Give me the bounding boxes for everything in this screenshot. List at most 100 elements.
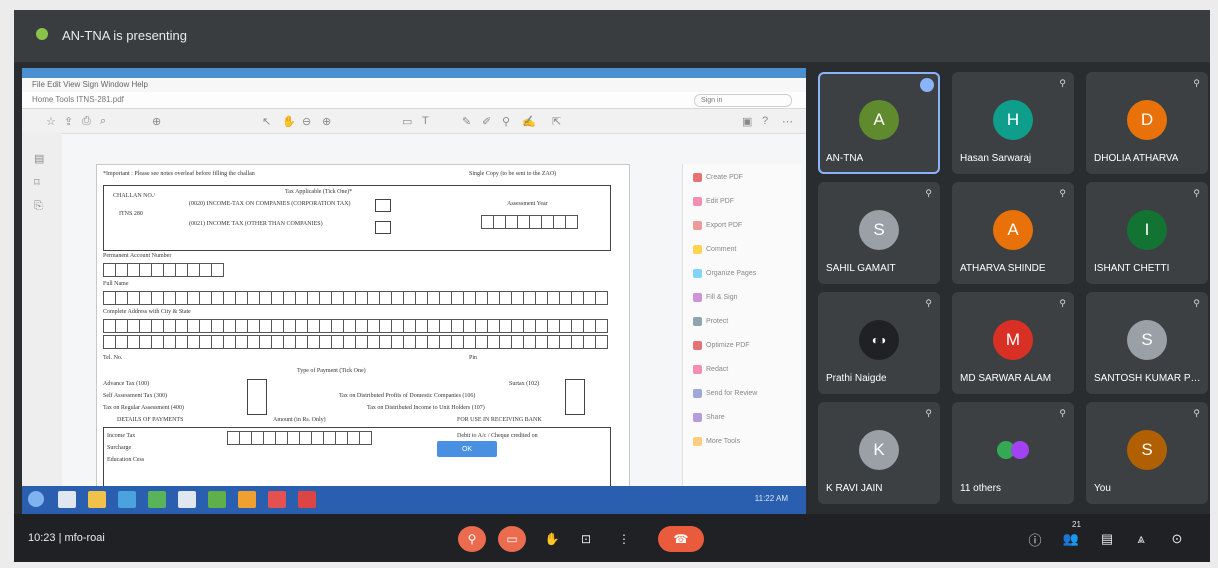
participant-name: DHOLIA ATHARVA: [1094, 153, 1179, 164]
optimize-icon: [693, 340, 702, 350]
start-button-icon: [28, 491, 44, 507]
participant-name: ISHANT CHETTI: [1094, 263, 1170, 274]
window-titlebar: [22, 68, 806, 78]
challan-no-label: CHALLAN NO./: [113, 193, 155, 199]
present-button[interactable]: ⊡: [574, 526, 598, 552]
assessment-year-cells: [481, 215, 578, 229]
others-count: 11 others: [960, 483, 1001, 494]
chat-button[interactable]: ▤: [1098, 530, 1116, 548]
fill-sign-icon: [693, 292, 702, 302]
option-0020: (0020) INCOME-TAX ON COMPANIES (CORPORAT…: [189, 201, 351, 207]
mic-off-icon: ⚲: [467, 532, 477, 546]
present-icon: ⊡: [580, 532, 592, 546]
tool-protect: Protect: [693, 314, 728, 328]
participant-name: SANTOSH KUMAR PR...: [1094, 373, 1204, 384]
people-count-badge: 21: [1072, 520, 1081, 529]
meeting-controls-bar: 10:23 | mfo-roai ⚲ ▭ ✋ ⊡ ⋮ ☎ ⓘ 👥 21 ▤ ⩓ …: [14, 514, 1210, 562]
tool-create-pdf: Create PDF: [693, 170, 743, 184]
avatar: ◐◑: [859, 320, 899, 360]
menu-bar: File Edit View Sign Window Help: [22, 78, 806, 92]
activities-button[interactable]: ⩓: [1132, 530, 1150, 548]
debit-row: Debit to A/c / Cheque credited on: [457, 433, 538, 439]
mic-off-icon: ⚲: [1193, 78, 1200, 88]
tool-redact: Redact: [693, 362, 728, 376]
pdf-page: *Important : Please see notes overleaf b…: [96, 164, 630, 488]
checkbox-0021: [375, 221, 391, 234]
full-name-cells: [103, 291, 608, 305]
camera-toggle-button[interactable]: ▭: [498, 526, 526, 552]
payment-type-box-left: [247, 379, 267, 415]
hand-icon: ✋: [282, 116, 296, 128]
participant-tile[interactable]: ⚲ D DHOLIA ATHARVA: [1086, 72, 1208, 174]
share-tool-icon: [693, 412, 702, 422]
windows-taskbar: 11:22 AM: [22, 486, 806, 514]
tool-more: More Tools: [693, 434, 740, 448]
others-avatars: [993, 430, 1033, 470]
address-label: Complete Address with City & State: [103, 309, 191, 315]
zoom-out-icon: ⊖: [302, 116, 312, 128]
avatar: D: [1127, 100, 1167, 140]
people-icon: 👥: [1062, 531, 1080, 546]
bookmark-icon: ⌑: [34, 177, 40, 189]
tool-send-review: Send for Review: [693, 386, 757, 400]
avatar: [1011, 441, 1029, 459]
print-icon: ⎙: [82, 115, 91, 127]
address-cells-2: [103, 335, 608, 349]
participant-tile[interactable]: ⚲ A ATHARVA SHINDE: [952, 182, 1074, 284]
advance-tax-label: Advance Tax (100): [103, 381, 150, 387]
protect-icon: [693, 316, 702, 326]
full-name-label: Full Name: [103, 281, 129, 287]
organize-pages-icon: [693, 268, 702, 278]
participant-name: AN-TNA: [826, 153, 864, 164]
hand-icon: ✋: [544, 532, 560, 546]
regular-assessment-label: Tax on Regular Assessment (400): [103, 405, 184, 411]
participant-tile[interactable]: ⚲ I ISHANT CHETTI: [1086, 182, 1208, 284]
participant-tile[interactable]: ⚲ M MD SARWAR ALAM: [952, 292, 1074, 394]
tax-applicable-label: Tax Applicable (Tick One)*: [285, 189, 353, 195]
create-pdf-icon: [693, 172, 702, 182]
activities-icon: ⩓: [1137, 531, 1145, 546]
info-icon: ⓘ: [1028, 532, 1042, 548]
star-icon: ☆: [46, 116, 56, 128]
itns-label: ITNS 280: [119, 211, 143, 217]
text-icon: T: [422, 115, 429, 127]
leave-call-button[interactable]: ☎: [658, 526, 704, 552]
more-options-button[interactable]: ⋮: [612, 526, 636, 552]
send-review-icon: [693, 388, 702, 398]
pan-label: Permanent Account Number: [103, 253, 172, 259]
host-controls-button[interactable]: ⊙: [1168, 530, 1186, 548]
folder-icon: [88, 491, 106, 508]
pin-label: Pin: [469, 355, 478, 361]
participant-tile[interactable]: A AN-TNA: [818, 72, 940, 174]
avatar: M: [993, 320, 1033, 360]
mic-toggle-button[interactable]: ⚲: [458, 526, 486, 552]
others-tile[interactable]: ⚲ 11 others: [952, 402, 1074, 504]
phone-hangup-icon: ☎: [673, 532, 689, 546]
participant-tile[interactable]: ⚲ S SAHIL GAMAIT: [818, 182, 940, 284]
participant-tile-self[interactable]: ⚲ S You: [1086, 402, 1208, 504]
participant-tile[interactable]: ⚲ ◐◑ Prathi Naigde: [818, 292, 940, 394]
help-icon: ?: [762, 115, 769, 127]
attach-icon: ⎘: [34, 200, 43, 212]
participant-tile[interactable]: ⚲ K K RAVI JAIN: [818, 402, 940, 504]
tel-label: Tel. No.: [103, 355, 123, 361]
raise-hand-button[interactable]: ✋: [540, 526, 564, 552]
participant-tile[interactable]: ⚲ H Hasan Sarwaraj: [952, 72, 1074, 174]
amount-cells: [227, 431, 372, 445]
tool-optimize: Optimize PDF: [693, 338, 750, 352]
option-0021: (0021) INCOME TAX (OTHER THAN COMPANIES): [189, 221, 323, 227]
participant-tile[interactable]: ⚲ S SANTOSH KUMAR PR...: [1086, 292, 1208, 394]
mic-off-icon: ⚲: [1193, 408, 1200, 418]
tool-fill-sign: Fill & Sign: [693, 290, 738, 304]
avatar: H: [993, 100, 1033, 140]
tool-share: Share: [693, 410, 725, 424]
checkbox-0020: [375, 199, 391, 212]
app-icon: [238, 491, 256, 508]
comment-tool-icon: [693, 244, 702, 254]
tool-organize-pages: Organize Pages: [693, 266, 756, 280]
meeting-info-button[interactable]: ⓘ: [1026, 530, 1044, 548]
lock-icon: ⊙: [1171, 531, 1183, 546]
people-button[interactable]: 👥: [1062, 530, 1080, 548]
presenting-banner: AN-TNA is presenting: [14, 10, 1210, 62]
mic-off-icon: ⚲: [1059, 188, 1066, 198]
